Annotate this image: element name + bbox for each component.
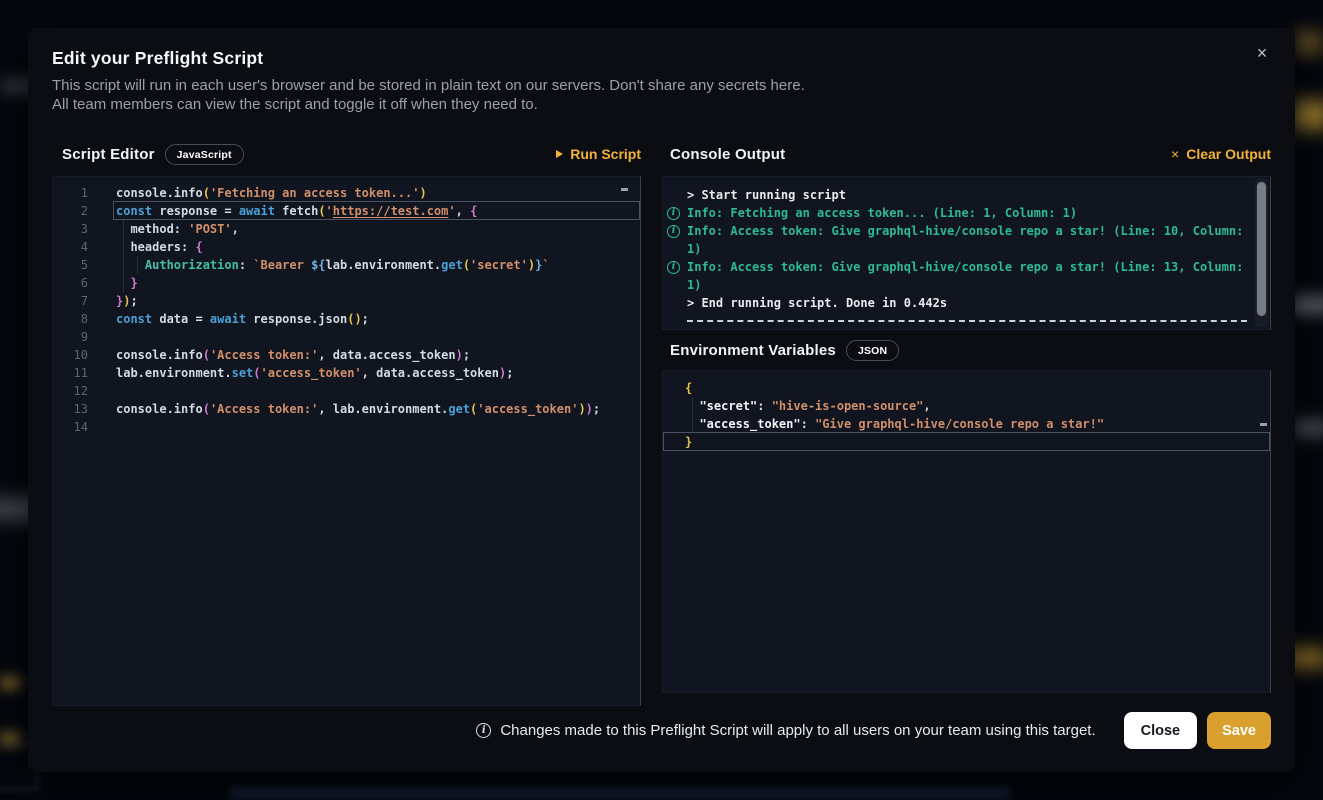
run-script-label: Run Script: [570, 146, 641, 162]
close-icon[interactable]: ×: [1249, 40, 1275, 66]
console-line: iInfo: Access token: Give graphql-hive/c…: [663, 258, 1270, 276]
code-line[interactable]: 2const response = await fetch('https://t…: [53, 202, 640, 220]
info-icon: i: [667, 225, 680, 238]
code-line[interactable]: 11lab.environment.set('access_token', da…: [53, 364, 640, 382]
env-variables-editor[interactable]: { "secret": "hive-is-open-source", "acce…: [662, 370, 1271, 693]
json-badge: JSON: [846, 340, 899, 361]
line-number: 7: [53, 292, 116, 310]
modal-description-line1: This script will run in each user's brow…: [52, 77, 805, 94]
console-line: iInfo: Access token: Give graphql-hive/c…: [663, 222, 1270, 240]
script-editor[interactable]: 1console.info('Fetching an access token.…: [52, 176, 641, 706]
backdrop-blob: [1292, 420, 1323, 436]
console-line: > Start running script: [663, 186, 1270, 204]
backdrop-blob: [1295, 30, 1323, 56]
code-line[interactable]: "access_token": "Give graphql-hive/conso…: [663, 415, 1270, 433]
line-number: 6: [53, 274, 116, 292]
code-line[interactable]: 7});: [53, 292, 640, 310]
line-number: 4: [53, 238, 116, 256]
code-line[interactable]: 4 headers: {: [53, 238, 640, 256]
code-line[interactable]: 1console.info('Fetching an access token.…: [53, 184, 640, 202]
line-number: 12: [53, 382, 116, 400]
play-icon: [556, 150, 563, 158]
script-editor-title: Script Editor: [62, 146, 155, 163]
language-badge: JavaScript: [165, 144, 244, 165]
console-output-panel[interactable]: > Start running scriptiInfo: Fetching an…: [662, 176, 1271, 330]
preflight-script-modal: × Edit your Preflight Script This script…: [28, 28, 1295, 772]
code-line[interactable]: 5 Authorization: `Bearer ${lab.environme…: [53, 256, 640, 274]
info-icon: i: [667, 261, 680, 274]
line-number: 1: [53, 184, 116, 202]
code-line[interactable]: }: [663, 433, 1270, 451]
backdrop-blob: [230, 786, 1010, 800]
info-icon: i: [667, 207, 680, 220]
line-number: 14: [53, 418, 116, 436]
backdrop-blob: [1293, 100, 1323, 130]
info-icon: i: [476, 723, 491, 738]
line-number: 11: [53, 364, 116, 382]
modal-description-line2: All team members can view the script and…: [52, 96, 538, 113]
code-line[interactable]: 3 method: 'POST',: [53, 220, 640, 238]
env-variables-title: Environment Variables: [670, 342, 836, 359]
code-line[interactable]: 13console.info('Access token:', lab.envi…: [53, 400, 640, 418]
console-separator: [687, 320, 1247, 322]
console-line: iInfo: Fetching an access token... (Line…: [663, 204, 1270, 222]
console-line: 1): [663, 240, 1270, 258]
line-number: 13: [53, 400, 116, 418]
line-number: 10: [53, 346, 116, 364]
code-line[interactable]: 9: [53, 328, 640, 346]
line-number: 2: [53, 202, 116, 220]
icon-spacer: [667, 297, 680, 310]
console-line: 1): [663, 276, 1270, 294]
code-line[interactable]: 10console.info('Access token:', data.acc…: [53, 346, 640, 364]
code-line[interactable]: 6 }: [53, 274, 640, 292]
run-script-button[interactable]: Run Script: [556, 146, 641, 162]
console-line: > End running script. Done in 0.442s: [663, 294, 1270, 312]
close-button[interactable]: Close: [1124, 712, 1198, 749]
console-scrollbar-track[interactable]: [1255, 179, 1268, 327]
clear-icon: ×: [1171, 149, 1179, 159]
clear-output-button[interactable]: × Clear Output: [1171, 146, 1271, 162]
footer-note: Changes made to this Preflight Script wi…: [500, 722, 1095, 739]
line-number: 9: [53, 328, 116, 346]
console-output-title: Console Output: [670, 146, 785, 163]
backdrop-blob: [0, 732, 20, 746]
icon-spacer: [667, 189, 680, 202]
icon-spacer: [667, 243, 680, 256]
code-line[interactable]: {: [663, 379, 1270, 397]
console-scrollbar-thumb[interactable]: [1256, 181, 1267, 317]
backdrop-blob: [0, 676, 20, 690]
icon-spacer: [667, 279, 680, 292]
page-title: Edit your Preflight Script: [52, 48, 263, 69]
code-line[interactable]: 14: [53, 418, 640, 436]
code-line[interactable]: 8const data = await response.json();: [53, 310, 640, 328]
line-number: 5: [53, 256, 116, 274]
save-button[interactable]: Save: [1207, 712, 1271, 749]
code-line[interactable]: "secret": "hive-is-open-source",: [663, 397, 1270, 415]
code-line[interactable]: 12: [53, 382, 640, 400]
line-number: 3: [53, 220, 116, 238]
clear-output-label: Clear Output: [1186, 146, 1271, 162]
line-number: 8: [53, 310, 116, 328]
